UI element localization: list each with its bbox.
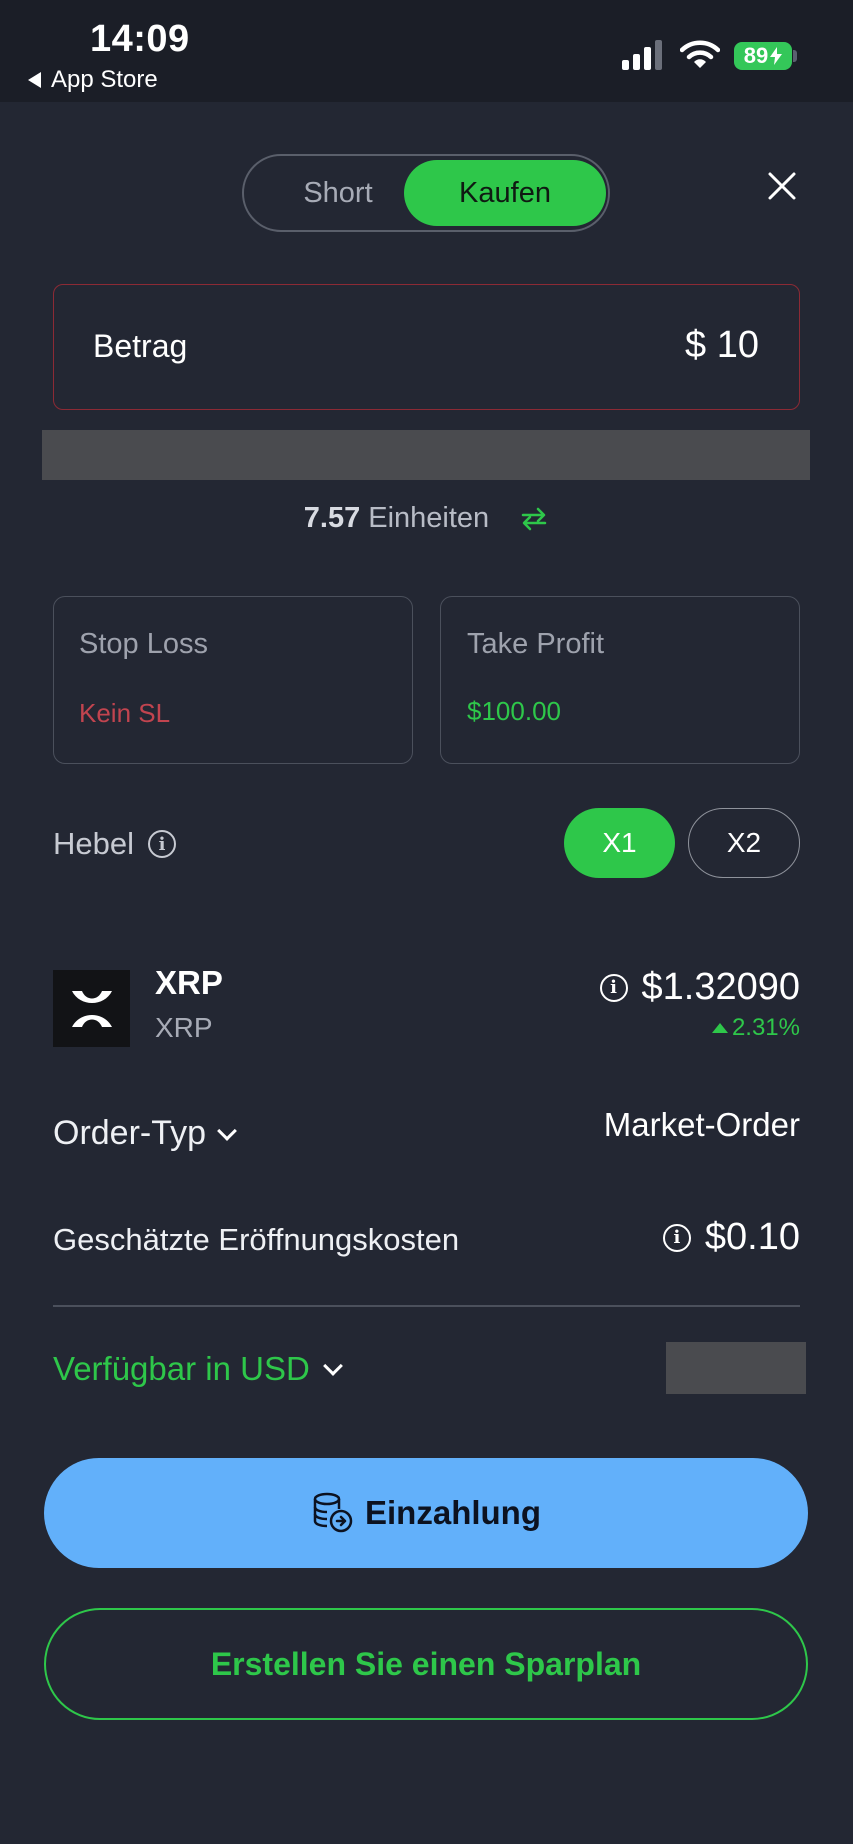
asset-symbol: XRP [155, 1012, 213, 1043]
price-change: 2.31% [711, 1014, 800, 1042]
leverage-label-row: Hebel i [53, 826, 176, 862]
order-type-dropdown[interactable]: Order-Typ [53, 1114, 237, 1153]
available-label: Verfügbar in USD [53, 1350, 310, 1387]
amount-value[interactable]: $ 10 [685, 324, 759, 367]
take-profit-card[interactable] [440, 596, 800, 764]
info-icon[interactable]: i [662, 1223, 691, 1252]
info-icon[interactable]: i [148, 830, 176, 858]
deposit-button[interactable]: Einzahlung [44, 1458, 808, 1568]
battery-level: 89 [743, 43, 769, 68]
stop-loss-value: Kein SL [79, 698, 171, 728]
asset-price: $1.32090 [641, 966, 801, 1008]
short-tab[interactable]: Short [258, 160, 418, 226]
asset-name: XRP [155, 964, 223, 1001]
chevron-down-icon [217, 1120, 237, 1141]
amount-label: Betrag [93, 328, 188, 364]
signal-icon [622, 40, 662, 70]
units-row: 7.57 Einheiten [0, 502, 853, 535]
units-label: Einheiten [368, 502, 490, 534]
asset-price-row: i $1.32090 [599, 966, 801, 1009]
buy-tab[interactable]: Kaufen [404, 160, 606, 226]
take-profit-value: $100.00 [467, 696, 561, 726]
close-icon[interactable] [764, 168, 800, 204]
swap-icon[interactable] [519, 504, 549, 534]
take-profit-title: Take Profit [467, 628, 604, 660]
status-time: 14:09 [90, 18, 190, 60]
charging-bolt-icon [770, 47, 783, 65]
leverage-x1-button[interactable]: X1 [564, 808, 675, 878]
battery-nub [793, 50, 797, 62]
redacted-balance [666, 1342, 806, 1394]
stop-loss-card[interactable] [53, 596, 413, 764]
cost-value: $0.10 [704, 1216, 800, 1258]
order-type-value: Market-Order [603, 1106, 800, 1143]
units-count: 7.57 [303, 502, 361, 534]
info-icon[interactable]: i [599, 973, 628, 1002]
up-arrow-icon [711, 1023, 728, 1033]
battery-icon: 89 [734, 42, 792, 70]
price-change-value: 2.31% [731, 1014, 800, 1041]
chevron-down-icon [322, 1356, 343, 1376]
wifi-icon [680, 40, 720, 68]
order-type-label: Order-Typ [53, 1114, 207, 1152]
back-label: App Store [51, 66, 158, 93]
back-arrow-icon [28, 72, 41, 88]
deposit-label: Einzahlung [365, 1494, 541, 1531]
xrp-logo-mark [71, 990, 112, 1027]
leverage-x2-button[interactable]: X2 [688, 808, 800, 878]
create-saveplan-button[interactable]: Erstellen Sie einen Sparplan [44, 1608, 808, 1720]
deposit-coins-icon [313, 1492, 353, 1533]
xrp-logo [53, 970, 130, 1047]
leverage-label: Hebel [53, 826, 134, 861]
divider [53, 1305, 800, 1307]
redacted-area [42, 430, 810, 480]
back-to-app-store[interactable]: App Store [28, 66, 158, 94]
available-dropdown[interactable]: Verfügbar in USD [53, 1350, 343, 1388]
cost-label: Geschätzte Eröffnungskosten [53, 1222, 460, 1257]
stop-loss-title: Stop Loss [79, 628, 208, 660]
cost-row: i $0.10 [662, 1216, 800, 1259]
